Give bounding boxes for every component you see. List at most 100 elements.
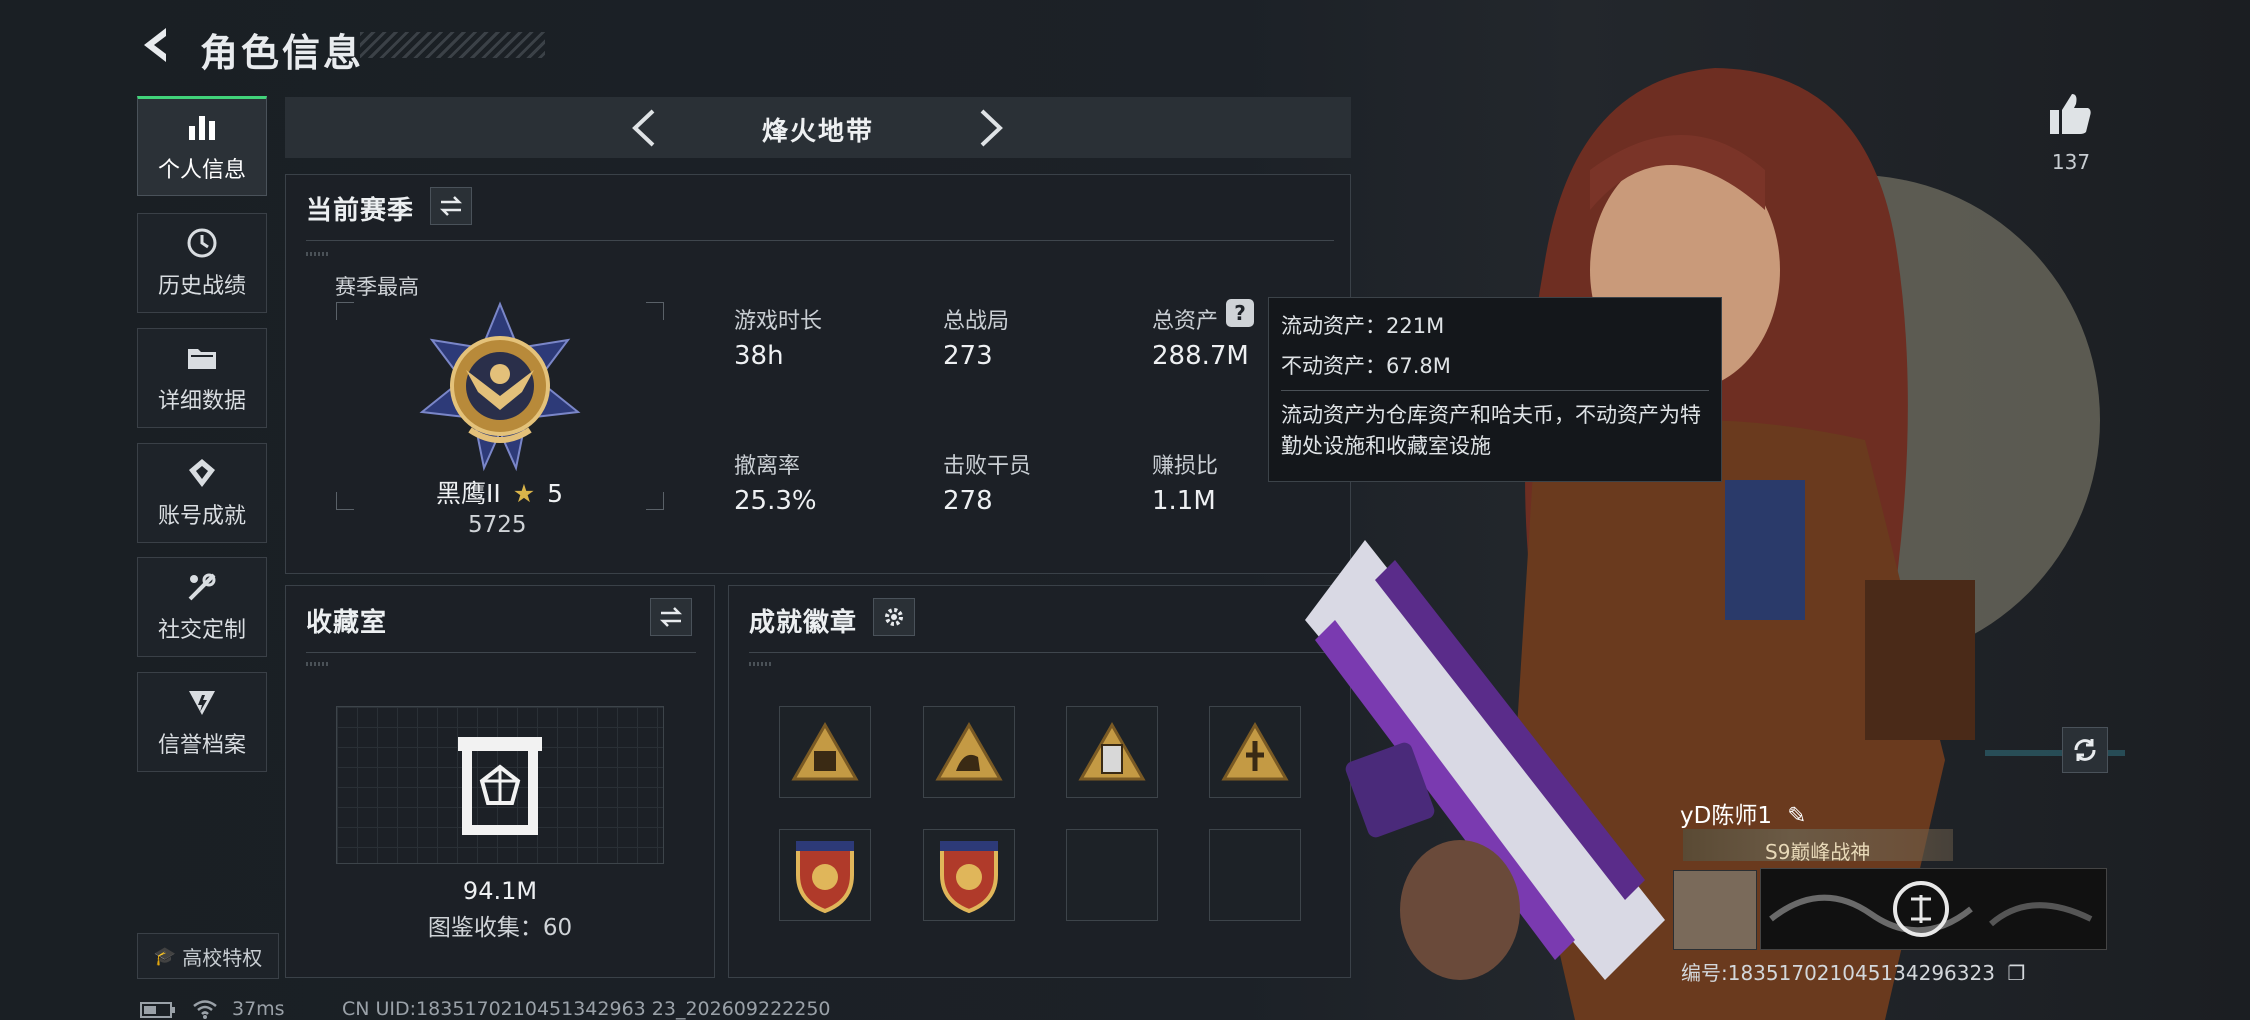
- back-arrow-icon[interactable]: [136, 24, 178, 66]
- sidebar-item-label: 社交定制: [157, 618, 246, 643]
- rank-emblem-icon: [419, 301, 581, 472]
- player-name: yD陈师1: [1680, 803, 1772, 829]
- tooltip-note: 流动资产为仓库资产和哈夫币，不动资产为特勤处设施和收藏室设施: [1281, 403, 1701, 458]
- achievement-icon: [189, 459, 215, 487]
- battery-icon: [140, 1002, 175, 1018]
- sidebar-item-label: 个人信息: [157, 158, 246, 183]
- swap-icon: [659, 607, 683, 627]
- star-icon: ★: [512, 479, 536, 508]
- folder-icon: [188, 349, 216, 369]
- badge-slot[interactable]: [923, 706, 1015, 798]
- frame-corner: [646, 492, 664, 510]
- triangle-badge-icon: [791, 721, 859, 781]
- assets-tooltip: 流动资产：221M 不动资产：67.8M 流动资产为仓库资产和哈夫币，不动资产为…: [1268, 297, 1722, 482]
- collection-title: 收藏室: [306, 608, 388, 638]
- sidebar-item-details[interactable]: 详细数据: [137, 328, 267, 428]
- stat-value-assets: 288.7M: [1152, 341, 1249, 371]
- badge-slot[interactable]: [1066, 706, 1158, 798]
- like-count: 137: [2051, 150, 2091, 174]
- stat-label-profit-ratio: 赚损比: [1152, 454, 1219, 479]
- sidebar-item-label: 详细数据: [157, 389, 246, 414]
- thumbs-up-icon[interactable]: [2046, 90, 2094, 138]
- stat-value-matches: 273: [943, 341, 993, 371]
- sidebar-item-label: 账号成就: [157, 504, 246, 529]
- next-map-arrow-icon[interactable]: [970, 107, 1010, 149]
- tooltip-liquid-assets: 流动资产：221M: [1281, 314, 1445, 338]
- edit-icon[interactable]: ✎: [1787, 803, 1806, 829]
- avatar[interactable]: [1673, 870, 1757, 950]
- season-title: 当前赛季: [306, 196, 415, 226]
- refresh-button[interactable]: [2062, 727, 2108, 773]
- bar-chart-icon: [189, 116, 215, 140]
- sidebar-item-label: 历史战绩: [157, 274, 246, 299]
- edu-privilege-label: 高校特权: [182, 945, 263, 970]
- account-uid: CN UID:1835170210451342963 23_2026092222…: [342, 998, 831, 1020]
- page-title: 角色信息: [200, 31, 365, 75]
- divider: [306, 240, 1334, 241]
- stat-value-kills: 278: [943, 486, 993, 516]
- collection-switch-button[interactable]: [650, 598, 692, 636]
- rank-name-row: 黑鹰II ★ 5: [436, 474, 563, 510]
- frame-corner: [336, 492, 354, 510]
- shield-badge-icon: [796, 841, 854, 914]
- map-selector: 烽火地带: [285, 97, 1351, 158]
- triangle-badge-icon: [935, 721, 1003, 781]
- frame-corner: [336, 302, 354, 320]
- badges-title: 成就徽章: [749, 608, 858, 638]
- player-title: S9巅峰战神: [1765, 840, 1871, 864]
- rank-name: 黑鹰II: [436, 479, 501, 508]
- stat-label-assets: 总资产: [1152, 309, 1219, 334]
- collection-count: 图鉴收集：60: [427, 915, 573, 941]
- badge-slot-empty[interactable]: [1066, 829, 1158, 921]
- player-uid-row: 编号:1835170210451342963​23 ❐: [1681, 957, 2025, 986]
- copy-icon[interactable]: ❐: [2007, 961, 2025, 985]
- tooltip-divider: [1281, 390, 1709, 391]
- title-decoration: [360, 32, 545, 58]
- history-icon: [187, 228, 217, 258]
- badge-slot[interactable]: [779, 706, 871, 798]
- player-uid: 编号:1835170210451342963​23: [1681, 961, 1995, 985]
- player-banner[interactable]: [1760, 868, 2107, 950]
- season-switch-button[interactable]: [430, 187, 472, 225]
- sidebar-item-history[interactable]: 历史战绩: [137, 213, 267, 313]
- banner-art: [1761, 869, 2106, 949]
- sidebar-item-social[interactable]: 社交定制: [137, 557, 267, 657]
- rank-stars: 5: [547, 479, 563, 508]
- map-name: 烽火地带: [761, 117, 874, 147]
- shield-icon: [189, 691, 215, 715]
- divider-dots: [306, 252, 328, 256]
- stat-label-playtime: 游戏时长: [734, 309, 823, 334]
- sidebar-item-credit[interactable]: 信誉档案: [137, 672, 267, 772]
- frame-corner: [646, 302, 664, 320]
- gear-icon: [885, 608, 903, 626]
- shield-badge-icon: [940, 841, 998, 914]
- stat-value-extract-rate: 25.3%: [734, 486, 817, 516]
- season-best-label: 赛季最高: [335, 275, 419, 299]
- tools-icon: [188, 573, 216, 601]
- stat-label-kills: 击败干员: [943, 454, 1032, 479]
- stat-value-profit-ratio: 1.1M: [1152, 486, 1216, 516]
- ping: 37ms: [232, 998, 285, 1020]
- stat-label-matches: 总战局: [943, 309, 1010, 334]
- badge-slot[interactable]: [923, 829, 1015, 921]
- collection-room-icon: [458, 737, 542, 835]
- wifi-icon: [193, 1000, 217, 1019]
- divider: [749, 652, 1331, 653]
- badges-settings-button[interactable]: [873, 598, 915, 636]
- divider-dots: [749, 662, 771, 666]
- refresh-icon: [2074, 739, 2096, 761]
- tooltip-fixed-assets: 不动资产：67.8M: [1281, 354, 1451, 378]
- divider-dots: [306, 662, 328, 666]
- sidebar-item-label: 信誉档案: [157, 733, 246, 758]
- badge-slot[interactable]: [779, 829, 871, 921]
- sidebar-item-achievements[interactable]: 账号成就: [137, 443, 267, 543]
- swap-icon: [439, 196, 463, 216]
- education-icon: 🎓: [153, 945, 177, 967]
- divider: [306, 652, 696, 653]
- stat-label-extract-rate: 撤离率: [734, 454, 801, 479]
- rank-score: 5725: [468, 512, 527, 538]
- collection-value: 94.1M: [462, 877, 538, 905]
- edu-privilege-button[interactable]: 🎓 高校特权: [137, 933, 279, 979]
- stat-value-playtime: 38h: [734, 341, 784, 371]
- sidebar-item-personal-info[interactable]: 个人信息: [137, 96, 267, 196]
